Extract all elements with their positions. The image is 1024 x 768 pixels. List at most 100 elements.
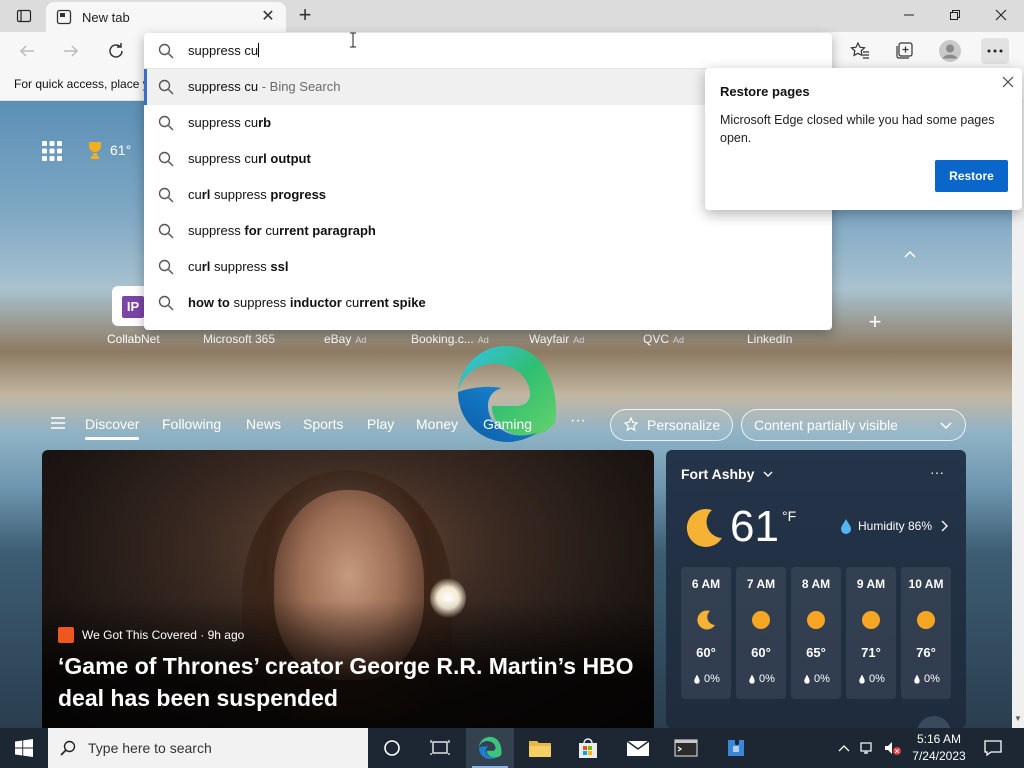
close-icon[interactable] xyxy=(1000,74,1016,90)
taskbar-edge-app[interactable] xyxy=(466,728,514,768)
notification-icon xyxy=(984,740,1002,757)
precip-drop-icon: 💧 xyxy=(912,675,923,684)
minimize-button[interactable] xyxy=(886,0,932,30)
hour-precip: 💧 0% xyxy=(802,673,830,685)
new-tab-button[interactable]: + xyxy=(292,4,318,28)
profile-button[interactable] xyxy=(936,38,964,64)
collections-button[interactable] xyxy=(890,38,918,64)
forward-button[interactable] xyxy=(58,38,84,64)
hour-precip: 💧 0% xyxy=(747,673,775,685)
app-launcher-icon[interactable] xyxy=(40,139,64,163)
taskbar-terminal[interactable] xyxy=(662,728,710,768)
tab-new-tab[interactable]: New tab ✕ xyxy=(46,2,286,32)
hour-temp: 60° xyxy=(696,645,716,660)
taskbar-mail[interactable] xyxy=(614,728,662,768)
hourly-forecast-item[interactable]: 10 AM 76° 💧 0% xyxy=(901,567,951,699)
taskbar-clock[interactable]: 5:16 AM 7/24/2023 xyxy=(904,731,974,765)
search-icon xyxy=(158,295,174,311)
water-drop-icon xyxy=(841,519,851,534)
favorites-button[interactable] xyxy=(846,38,874,64)
back-button[interactable] xyxy=(14,38,40,64)
suggestion-item[interactable]: how to suppress inductor current spike xyxy=(144,285,832,321)
newtab-page-icon xyxy=(56,9,72,25)
volume-muted-icon[interactable] xyxy=(884,740,902,756)
sun-icon xyxy=(862,611,880,629)
hourly-forecast-item[interactable]: 9 AM 71° 💧 0% xyxy=(846,567,896,699)
content-visibility-dropdown[interactable]: Content partially visible xyxy=(741,409,966,441)
taskbar-file-explorer[interactable] xyxy=(516,728,564,768)
settings-menu-button[interactable] xyxy=(981,38,1009,64)
taskbar-store[interactable] xyxy=(564,728,612,768)
edge-app-icon xyxy=(478,736,502,760)
windows-logo-icon xyxy=(15,739,33,757)
tab-gaming[interactable]: Gaming xyxy=(483,416,532,432)
tab-following[interactable]: Following xyxy=(162,416,221,432)
quick-link[interactable]: eBay Ad xyxy=(324,332,366,346)
quick-link[interactable]: CollabNet xyxy=(107,332,160,346)
minimize-icon xyxy=(904,14,914,16)
more-categories-button[interactable]: ··· xyxy=(570,412,586,430)
tab-sports[interactable]: Sports xyxy=(303,416,343,432)
notification-center-button[interactable] xyxy=(978,728,1008,768)
scroll-down-arrow-icon[interactable]: ▼ xyxy=(1012,712,1024,726)
hour-temp: 65° xyxy=(806,645,826,660)
restore-button[interactable]: Restore xyxy=(935,160,1008,192)
taskbar-app[interactable] xyxy=(712,728,760,768)
personalize-label: Personalize xyxy=(647,417,721,433)
hour-precip: 💧 0% xyxy=(912,673,940,685)
restore-dialog-title: Restore pages xyxy=(720,84,810,99)
refresh-button[interactable] xyxy=(103,38,129,64)
quick-link[interactable]: Microsoft 365 xyxy=(203,332,275,346)
tab-money[interactable]: Money xyxy=(416,416,458,432)
address-bar-query: suppress cu xyxy=(188,43,259,58)
restore-window-icon xyxy=(950,10,960,20)
hourly-forecast-item[interactable]: 8 AM 65° 💧 0% xyxy=(791,567,841,699)
address-bar-input[interactable]: suppress cu xyxy=(144,33,832,69)
hero-news-card[interactable]: We Got This Covered · 9h ago ‘Game of Th… xyxy=(42,450,654,728)
quick-link[interactable]: QVC Ad xyxy=(643,332,684,346)
tab-actions-icon[interactable] xyxy=(8,4,40,28)
system-tray xyxy=(838,728,902,768)
search-icon xyxy=(158,151,174,167)
windows-taskbar: Type here to search 5:16 AM 7/24/2023 xyxy=(0,728,1024,768)
quick-link[interactable]: LinkedIn xyxy=(747,332,792,346)
maximize-button[interactable] xyxy=(932,0,978,30)
humidity-indicator[interactable]: Humidity 86% xyxy=(840,518,949,534)
text-cursor-icon xyxy=(349,32,357,48)
suggestion-item[interactable]: suppress for current paragraph xyxy=(144,213,832,249)
tab-news[interactable]: News xyxy=(246,416,281,432)
chevron-up-icon[interactable] xyxy=(838,743,850,753)
clock-time: 5:16 AM xyxy=(916,732,962,746)
temperature-unit[interactable]: °F xyxy=(782,508,796,524)
hourly-forecast-item[interactable]: 7 AM 60° 💧 0% xyxy=(736,567,786,699)
hour-time: 10 AM xyxy=(908,577,944,591)
search-icon xyxy=(60,740,76,756)
store-bag-icon xyxy=(579,738,597,758)
close-window-button[interactable] xyxy=(978,0,1024,30)
taskbar-search-box[interactable]: Type here to search xyxy=(48,728,368,768)
tab-discover[interactable]: Discover xyxy=(85,416,140,440)
hamburger-menu-icon[interactable] xyxy=(50,416,66,430)
moon-icon xyxy=(697,610,715,630)
add-quick-link-icon[interactable]: + xyxy=(864,311,886,334)
weather-mini-widget[interactable]: 61° xyxy=(84,139,131,161)
hour-precip: 💧 0% xyxy=(857,673,885,685)
suggestion-item[interactable]: curl suppress ssl xyxy=(144,249,832,285)
weather-menu-button[interactable]: ··· xyxy=(930,464,944,480)
article-headline[interactable]: ‘Game of Thrones’ creator George R.R. Ma… xyxy=(58,650,648,714)
sun-icon xyxy=(752,611,770,629)
network-icon[interactable] xyxy=(860,741,876,755)
start-button[interactable] xyxy=(0,728,48,768)
search-icon xyxy=(158,259,174,275)
hourly-forecast-item[interactable]: 6 AM 60° 💧 0% xyxy=(681,567,731,699)
task-view-icon-button[interactable] xyxy=(416,728,464,768)
tab-close-icon[interactable]: ✕ xyxy=(260,9,276,25)
sun-icon xyxy=(917,611,935,629)
task-view-button[interactable] xyxy=(368,728,416,768)
tab-title: New tab xyxy=(82,9,130,25)
weather-mini-temp: 61° xyxy=(110,142,132,158)
weather-location-dropdown[interactable]: Fort Ashby xyxy=(681,466,774,482)
chevron-up-icon[interactable] xyxy=(900,244,920,264)
tab-play[interactable]: Play xyxy=(367,416,394,432)
personalize-button[interactable]: Personalize xyxy=(610,409,733,441)
